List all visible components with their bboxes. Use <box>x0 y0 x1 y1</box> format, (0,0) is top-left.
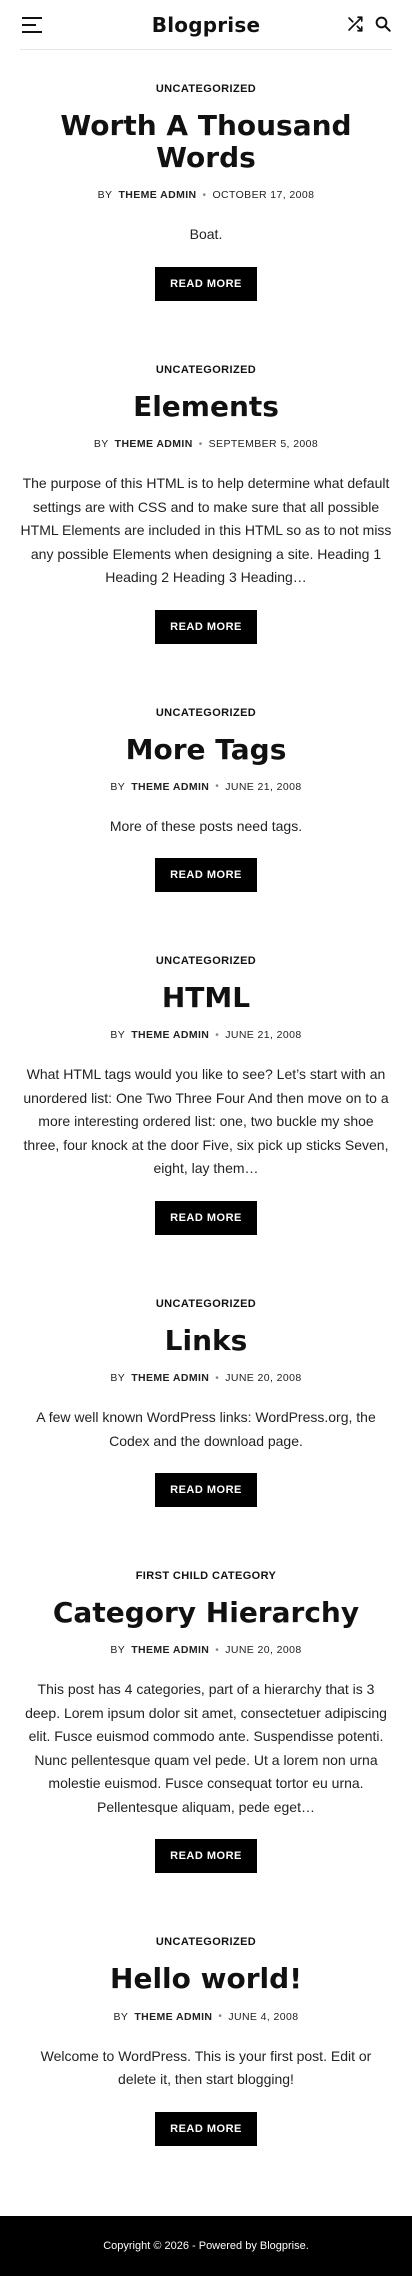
meta-separator: • <box>215 1644 220 1656</box>
post-author-link[interactable]: THEME ADMIN <box>131 1644 209 1656</box>
site-header: Blogprise <box>20 0 392 50</box>
post-meta: BY THEME ADMIN • JUNE 21, 2008 <box>20 781 392 793</box>
meta-by-label: BY <box>113 2010 129 2023</box>
site-title[interactable]: Blogprise <box>152 13 260 37</box>
post-meta: BY THEME ADMIN • JUNE 20, 2008 <box>20 1644 392 1656</box>
post-date-link[interactable]: SEPTEMBER 5, 2008 <box>209 438 319 450</box>
post-date-link[interactable]: JUNE 20, 2008 <box>225 1644 301 1656</box>
read-more-button[interactable]: READ MORE <box>155 1473 257 1508</box>
post-title-link[interactable]: Links <box>20 1324 392 1357</box>
post-card: FIRST CHILD CATEGORY Category Hierarchy … <box>20 1507 392 1874</box>
footer-copyright: Copyright © 2026 - Powered by Blogprise. <box>103 2240 309 2252</box>
read-more-button[interactable]: READ MORE <box>155 1839 257 1874</box>
post-title-link[interactable]: Elements <box>20 390 392 423</box>
post-title-link[interactable]: Worth A Thousand Words <box>20 109 392 174</box>
read-more-button[interactable]: READ MORE <box>155 2111 257 2146</box>
post-card: UNCATEGORIZED Elements BY THEME ADMIN • … <box>20 301 392 644</box>
post-category-link[interactable]: UNCATEGORIZED <box>20 364 392 376</box>
post-card: UNCATEGORIZED HTML BY THEME ADMIN • JUNE… <box>20 892 392 1235</box>
post-category-link[interactable]: UNCATEGORIZED <box>20 83 392 95</box>
post-date-link[interactable]: JUNE 20, 2008 <box>225 1372 301 1384</box>
post-author-link[interactable]: THEME ADMIN <box>118 189 196 201</box>
post-excerpt: Boat. <box>189 226 223 243</box>
post-title-link[interactable]: HTML <box>20 982 392 1014</box>
post-date-link[interactable]: OCTOBER 17, 2008 <box>212 189 314 201</box>
post-card: UNCATEGORIZED Worth A Thousand Words BY … <box>20 50 392 301</box>
meta-by-label: BY <box>93 438 109 451</box>
shuffle-icon[interactable] <box>346 15 364 33</box>
post-author-link[interactable]: THEME ADMIN <box>134 2011 212 2023</box>
post-author-link[interactable]: THEME ADMIN <box>115 438 193 450</box>
read-more-button[interactable]: READ MORE <box>155 266 257 301</box>
meta-separator: • <box>202 189 207 201</box>
post-excerpt: More of these posts need tags. <box>109 817 303 834</box>
post-card: UNCATEGORIZED Hello world! BY THEME ADMI… <box>20 1873 392 2146</box>
post-date-link[interactable]: JUNE 4, 2008 <box>228 2011 298 2023</box>
post-meta: BY THEME ADMIN • JUNE 4, 2008 <box>20 2011 392 2023</box>
meta-by-label: BY <box>110 1029 126 1042</box>
post-author-link[interactable]: THEME ADMIN <box>131 1372 209 1384</box>
post-list: UNCATEGORIZED Worth A Thousand Words BY … <box>0 50 412 2146</box>
meta-by-label: BY <box>110 1644 126 1657</box>
post-date-link[interactable]: JUNE 21, 2008 <box>225 781 301 793</box>
post-meta: BY THEME ADMIN • OCTOBER 17, 2008 <box>20 189 392 201</box>
meta-by-label: BY <box>110 780 126 793</box>
post-category-link[interactable]: FIRST CHILD CATEGORY <box>20 1570 392 1582</box>
meta-separator: • <box>215 1372 220 1384</box>
search-icon[interactable] <box>374 15 392 33</box>
post-excerpt: What HTML tags would you like to see? Le… <box>23 1066 389 1177</box>
meta-separator: • <box>218 2011 223 2022</box>
post-category-link[interactable]: UNCATEGORIZED <box>20 955 392 967</box>
post-meta: BY THEME ADMIN • SEPTEMBER 5, 2008 <box>20 438 392 450</box>
hamburger-menu-icon[interactable] <box>22 17 42 33</box>
meta-separator: • <box>198 438 203 450</box>
read-more-button[interactable]: READ MORE <box>155 609 257 644</box>
post-category-link[interactable]: UNCATEGORIZED <box>20 1936 392 1948</box>
meta-by-label: BY <box>97 189 113 202</box>
post-card: UNCATEGORIZED Links BY THEME ADMIN • JUN… <box>20 1235 392 1508</box>
meta-by-label: BY <box>110 1372 126 1385</box>
post-title-link[interactable]: Category Hierarchy <box>20 1596 392 1629</box>
post-title-link[interactable]: More Tags <box>20 733 392 766</box>
post-excerpt: This post has 4 categories, part of a hi… <box>25 1681 387 1815</box>
post-title-link[interactable]: Hello world! <box>20 1963 392 1995</box>
post-meta: BY THEME ADMIN • JUNE 21, 2008 <box>20 1029 392 1041</box>
read-more-button[interactable]: READ MORE <box>155 1200 257 1235</box>
read-more-button[interactable]: READ MORE <box>155 858 257 893</box>
meta-separator: • <box>215 781 220 793</box>
header-actions <box>346 15 392 33</box>
site-footer: Copyright © 2026 - Powered by Blogprise. <box>0 2216 412 2276</box>
post-author-link[interactable]: THEME ADMIN <box>131 781 209 793</box>
post-author-link[interactable]: THEME ADMIN <box>131 1029 209 1041</box>
post-excerpt: Welcome to WordPress. This is your first… <box>40 2047 372 2088</box>
post-card: UNCATEGORIZED More Tags BY THEME ADMIN •… <box>20 644 392 893</box>
post-date-link[interactable]: JUNE 21, 2008 <box>225 1029 301 1041</box>
meta-separator: • <box>215 1029 220 1041</box>
post-excerpt: A few well known WordPress links: WordPr… <box>36 1409 376 1449</box>
post-excerpt: The purpose of this HTML is to help dete… <box>20 475 392 586</box>
post-category-link[interactable]: UNCATEGORIZED <box>20 1298 392 1310</box>
post-meta: BY THEME ADMIN • JUNE 20, 2008 <box>20 1372 392 1384</box>
post-category-link[interactable]: UNCATEGORIZED <box>20 707 392 719</box>
